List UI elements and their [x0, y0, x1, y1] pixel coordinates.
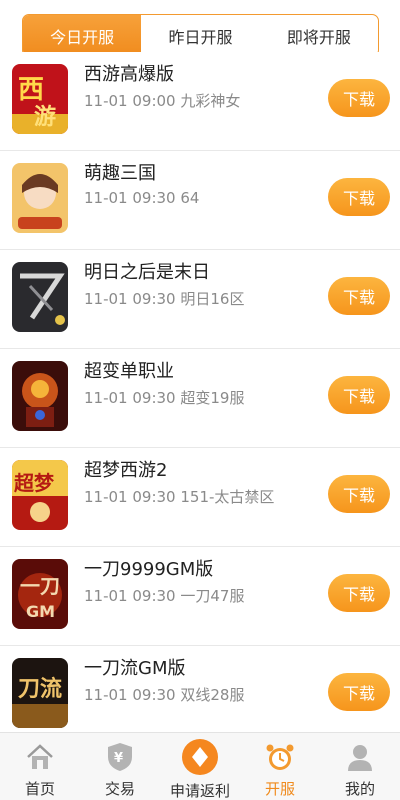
game-meta: 11-01 09:30 明日16区 [84, 288, 244, 309]
svg-text:游: 游 [34, 104, 56, 130]
game-meta: 11-01 09:30 一刀47服 [84, 585, 244, 606]
mingri-game-icon [12, 262, 68, 332]
alarm-clock-icon [263, 739, 297, 775]
open-time: 11-01 09:30 [84, 587, 176, 605]
download-button[interactable]: 下载 [328, 277, 390, 315]
chaomeng-game-icon: 超梦 [12, 460, 68, 530]
xiyou-game-icon: 西 游 [12, 64, 68, 134]
svg-text:超梦: 超梦 [13, 471, 55, 495]
game-title: 明日之后是末日 [84, 262, 210, 283]
game-meta: 11-01 09:30 超变19服 [84, 387, 244, 408]
list-item[interactable]: 明日之后是末日 11-01 09:30 明日16区 下载 [0, 250, 400, 349]
bottom-nav: 首页 ¥ 交易 申请返利 开服 我的 [0, 732, 400, 800]
yidao-game-icon: 一刀 GM [12, 559, 68, 629]
server-name: 九彩神女 [180, 92, 241, 110]
nav-label: 开服 [264, 780, 295, 798]
game-title: 一刀9999GM版 [84, 559, 214, 580]
tab-group: 今日开服 昨日开服 即将开服 [22, 14, 379, 57]
rebate-diamond-icon [180, 737, 220, 777]
server-list: 西 游 西游高爆版 11-01 09:00 九彩神女 下载 萌趣三国 11-01… [0, 52, 400, 745]
tab-upcoming[interactable]: 即将开服 [260, 15, 378, 56]
nav-rebate[interactable]: 申请返利 [160, 733, 240, 800]
user-icon [343, 739, 377, 775]
list-item[interactable]: 超梦 超梦西游2 11-01 09:30 151-太古禁区 下载 [0, 448, 400, 547]
game-title: 西游高爆版 [84, 64, 174, 85]
mengqu-game-icon [12, 163, 68, 233]
download-button[interactable]: 下载 [328, 376, 390, 414]
list-item[interactable]: 萌趣三国 11-01 09:30 64 下载 [0, 151, 400, 250]
nav-label: 交易 [104, 780, 135, 798]
game-meta: 11-01 09:30 151-太古禁区 [84, 486, 274, 507]
list-item[interactable]: 一刀 GM 一刀9999GM版 11-01 09:30 一刀47服 下载 [0, 547, 400, 646]
game-meta: 11-01 09:30 64 [84, 189, 199, 207]
nav-server[interactable]: 开服 [240, 733, 320, 800]
yidaoliu-game-icon: 刀流 [12, 658, 68, 728]
nav-mine[interactable]: 我的 [320, 733, 400, 800]
svg-text:¥: ¥ [114, 751, 123, 766]
list-item[interactable]: 刀流 一刀流GM版 11-01 09:30 双线28服 下载 [0, 646, 400, 745]
download-button[interactable]: 下载 [328, 475, 390, 513]
svg-text:GM: GM [26, 602, 55, 621]
server-name: 明日16区 [180, 290, 245, 308]
download-button[interactable]: 下载 [328, 178, 390, 216]
download-button[interactable]: 下载 [328, 574, 390, 612]
nav-label: 我的 [344, 780, 375, 798]
chaobian-game-icon [12, 361, 68, 431]
svg-text:一刀: 一刀 [20, 574, 60, 598]
list-item[interactable]: 超变单职业 11-01 09:30 超变19服 下载 [0, 349, 400, 448]
download-button[interactable]: 下载 [328, 673, 390, 711]
server-name: 双线28服 [180, 686, 245, 704]
nav-label: 首页 [24, 780, 55, 798]
game-title: 超变单职业 [84, 361, 174, 382]
game-title: 萌趣三国 [84, 163, 156, 184]
open-time: 11-01 09:00 [84, 92, 176, 110]
game-meta: 11-01 09:00 九彩神女 [84, 90, 240, 111]
download-button[interactable]: 下载 [328, 79, 390, 117]
tab-yesterday[interactable]: 昨日开服 [141, 15, 259, 56]
game-meta: 11-01 09:30 双线28服 [84, 684, 244, 705]
server-name: 64 [180, 189, 200, 207]
game-title: 一刀流GM版 [84, 658, 186, 679]
list-item[interactable]: 西 游 西游高爆版 11-01 09:00 九彩神女 下载 [0, 52, 400, 151]
server-name: 一刀47服 [180, 587, 245, 605]
svg-text:西: 西 [18, 75, 44, 105]
server-name: 151-太古禁区 [180, 488, 275, 506]
trade-shield-icon: ¥ [103, 739, 137, 775]
open-time: 11-01 09:30 [84, 686, 176, 704]
nav-label: 申请返利 [169, 782, 230, 800]
nav-trade[interactable]: ¥ 交易 [80, 733, 160, 800]
tab-today[interactable]: 今日开服 [23, 15, 142, 56]
open-time: 11-01 09:30 [84, 290, 176, 308]
game-title: 超梦西游2 [84, 460, 168, 481]
open-time: 11-01 09:30 [84, 488, 176, 506]
server-name: 超变19服 [180, 389, 245, 407]
nav-home[interactable]: 首页 [0, 733, 80, 800]
svg-text:刀流: 刀流 [18, 676, 62, 702]
open-time: 11-01 09:30 [84, 389, 176, 407]
open-time: 11-01 09:30 [84, 189, 176, 207]
home-icon [23, 739, 57, 775]
